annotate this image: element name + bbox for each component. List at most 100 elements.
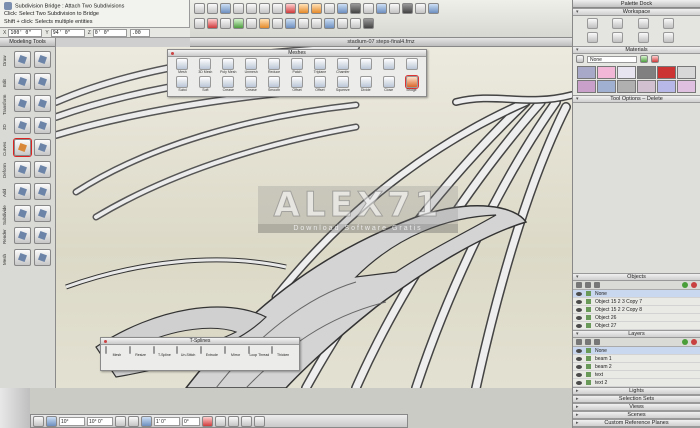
mesh-tool[interactable]: Offset [308, 76, 331, 93]
new-file-icon[interactable] [194, 3, 205, 14]
layer-row[interactable]: None [573, 347, 700, 355]
material-swatch[interactable] [657, 80, 676, 93]
u-field[interactable]: .00 [129, 28, 150, 37]
save-icon[interactable] [220, 3, 231, 14]
step-field[interactable]: 10° 0" [87, 416, 113, 426]
modeling-tool-icon[interactable] [34, 227, 51, 244]
sketch-icon[interactable] [415, 3, 426, 14]
objects-header[interactable]: Objects [573, 273, 700, 281]
modeling-tool-icon[interactable] [34, 205, 51, 222]
mesh-tool[interactable]: Smooth [263, 76, 286, 93]
render-icon[interactable] [350, 3, 361, 14]
collapsed-section-header[interactable]: Scenes [573, 411, 700, 419]
modeling-tool-icon[interactable] [34, 117, 51, 134]
snap-edge-icon[interactable] [220, 18, 231, 29]
triplane-icon[interactable] [313, 58, 326, 70]
snap-grid-icon[interactable] [194, 18, 205, 29]
crease-icon[interactable] [222, 76, 235, 88]
lock-icon[interactable] [586, 323, 591, 328]
object-row[interactable]: Object 15 2 2 Copy 8 [573, 306, 700, 314]
workspace-b-icon[interactable] [612, 18, 624, 29]
no-snap-icon[interactable] [202, 415, 213, 427]
view-side-icon[interactable] [311, 18, 322, 29]
visibility-eye-icon[interactable] [576, 356, 582, 361]
tspline-tool[interactable]: T-Spline [152, 346, 177, 358]
modeling-tool-icon[interactable] [14, 95, 31, 112]
modeling-tool-icon[interactable] [14, 205, 31, 222]
visibility-eye-icon[interactable] [576, 364, 582, 369]
camera-icon[interactable] [402, 3, 413, 14]
workspace-d-icon[interactable] [662, 18, 674, 29]
visibility-eye-icon[interactable] [576, 372, 582, 377]
mesh-tool[interactable]: Patch [286, 58, 309, 75]
mesh-tool[interactable]: Poly Mesh [217, 58, 240, 75]
lock-icon[interactable] [586, 364, 591, 369]
modeling-tool-icon[interactable] [14, 117, 31, 134]
modeling-tool-icon[interactable] [14, 227, 31, 244]
cut-icon[interactable] [246, 3, 257, 14]
layer-row[interactable]: beam 1 [573, 355, 700, 363]
bottom-snap-icon[interactable] [128, 415, 139, 427]
mesh-icon[interactable] [382, 58, 395, 70]
squeeze-icon[interactable] [336, 76, 349, 88]
material-swatch[interactable] [637, 80, 656, 93]
bottom-tool-c-icon[interactable] [241, 415, 252, 427]
view-top-icon[interactable] [298, 18, 309, 29]
lock-icon[interactable] [586, 315, 591, 320]
z-field[interactable]: 0' 0" [92, 28, 127, 37]
remove-material-icon[interactable] [651, 55, 659, 63]
bottom-grid-icon[interactable] [115, 415, 126, 427]
tspline-tool[interactable]: Extrude [200, 346, 224, 358]
mesh-tool[interactable]: Chamfer [331, 58, 354, 75]
layers-eye-icon[interactable] [576, 339, 582, 345]
modeling-tool-icon[interactable] [14, 183, 31, 200]
divide-icon[interactable] [359, 76, 372, 88]
collapsed-section-header[interactable]: Custom Reference Planes [573, 419, 700, 427]
material-swatch[interactable] [577, 66, 596, 79]
pan-icon[interactable] [350, 18, 361, 29]
material-swatch[interactable] [677, 80, 696, 93]
workspace-h-icon[interactable] [662, 32, 674, 43]
object-row[interactable]: Object 15 2 3 Copy 7 [573, 298, 700, 306]
select-icon[interactable] [324, 3, 335, 14]
visibility-eye-icon[interactable] [576, 323, 582, 328]
visibility-eye-icon[interactable] [576, 380, 582, 385]
layers-header[interactable]: Layers [573, 330, 700, 338]
view-iso-icon[interactable] [324, 18, 335, 29]
mesh-icon[interactable] [405, 58, 418, 70]
visibility-eye-icon[interactable] [576, 315, 582, 320]
objects-color-icon[interactable] [594, 282, 600, 288]
workspace-c-icon[interactable] [637, 18, 649, 29]
material-swatch[interactable] [637, 66, 656, 79]
modeling-tool-icon[interactable] [14, 51, 31, 68]
remove-object-icon[interactable] [691, 282, 697, 288]
snap-point-icon[interactable] [207, 18, 218, 29]
visibility-eye-icon[interactable] [576, 299, 582, 304]
mesh-tool[interactable]: Unmesh [240, 58, 263, 75]
bottom-orient-icon[interactable] [141, 415, 152, 427]
close-icon[interactable] [382, 76, 395, 88]
material-swatch[interactable] [657, 66, 676, 79]
tspline-tool[interactable]: Loop Thread [247, 346, 272, 358]
tspline-thicken-icon[interactable] [271, 346, 274, 354]
layer-row[interactable]: text [573, 371, 700, 379]
offset-icon[interactable] [290, 76, 303, 88]
add-object-icon[interactable] [682, 282, 688, 288]
material-swatch[interactable] [677, 66, 696, 79]
mesh-tool[interactable]: Squeeze [331, 76, 354, 93]
reduce-icon[interactable] [268, 58, 281, 70]
zoom-field[interactable]: 1' 0" [154, 416, 180, 426]
tspline-extrude-icon[interactable] [200, 346, 202, 354]
soft-icon[interactable] [199, 76, 212, 88]
material-swatch[interactable] [597, 80, 616, 93]
layer-row[interactable]: beam 2 [573, 363, 700, 371]
material-select[interactable]: None [587, 55, 637, 63]
modeling-tool-icon[interactable] [34, 95, 51, 112]
add-layer-icon[interactable] [682, 339, 688, 345]
poly-mesh-icon[interactable] [222, 58, 235, 70]
tspline-tool[interactable]: Un-Stitch [176, 346, 200, 358]
zoom-icon[interactable] [337, 18, 348, 29]
crease-icon[interactable] [245, 76, 258, 88]
copy-icon[interactable] [259, 3, 270, 14]
wireframe-icon[interactable] [363, 3, 374, 14]
